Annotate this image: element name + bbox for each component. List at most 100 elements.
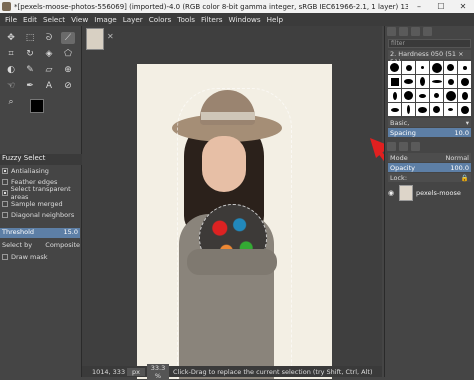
select-by-dropdown[interactable]: Composite <box>45 241 80 249</box>
option-select-transparent[interactable]: Select transparent areas <box>0 185 82 201</box>
brush-preview[interactable] <box>416 89 429 102</box>
patterns-tab-icon[interactable] <box>399 27 408 36</box>
rotate-tool-icon[interactable]: ↻ <box>23 48 37 60</box>
path-tool-icon[interactable]: ✒ <box>23 80 37 92</box>
opacity-slider[interactable]: Opacity 100.0 <box>388 163 471 172</box>
brush-preview[interactable] <box>416 61 429 74</box>
fonts-tab-icon[interactable] <box>411 27 420 36</box>
select-by-label: Select by <box>2 240 33 249</box>
brush-preview[interactable] <box>458 75 471 88</box>
unit-dropdown[interactable]: px <box>127 367 145 376</box>
lasso-tool-icon[interactable]: ᘐ <box>42 32 56 44</box>
color-picker-tool-icon[interactable]: ⊘ <box>61 80 75 92</box>
move-tool-icon[interactable]: ✥ <box>4 32 18 44</box>
checkbox-icon[interactable] <box>2 201 8 207</box>
maximize-button[interactable]: ☐ <box>430 2 452 11</box>
menu-windows[interactable]: Windows <box>226 15 264 24</box>
checkbox-icon[interactable] <box>2 179 8 185</box>
brush-preview[interactable] <box>444 89 457 102</box>
menu-help[interactable]: Help <box>264 15 286 24</box>
brush-preview[interactable] <box>402 103 415 116</box>
brush-preview[interactable] <box>444 75 457 88</box>
brush-preview[interactable] <box>430 89 443 102</box>
menu-filters[interactable]: Filters <box>198 15 226 24</box>
toolbox-panel: ✥ ⬚ ᘐ ⟋ ⌗ ↻ ◈ ⬠ ◐ ✎ ▱ ⊕ ☜ ✒ A ⊘ ⌕ Fuzzy … <box>0 26 82 377</box>
menu-bar: File Edit Select View Image Layer Colors… <box>0 13 474 26</box>
cage-tool-icon[interactable]: ⬠ <box>61 48 75 60</box>
brush-preview[interactable] <box>388 89 401 102</box>
checkbox-icon[interactable] <box>2 254 8 260</box>
brush-preview[interactable] <box>444 61 457 74</box>
brush-preview[interactable] <box>416 75 429 88</box>
brush-preview[interactable] <box>458 61 471 74</box>
brush-preview[interactable] <box>458 103 471 116</box>
menu-layer[interactable]: Layer <box>120 15 146 24</box>
brush-preview[interactable] <box>430 75 443 88</box>
zoom-dropdown[interactable]: 33.3 % <box>147 363 169 380</box>
color-swatches[interactable] <box>30 99 54 121</box>
brush-preview[interactable] <box>430 61 443 74</box>
mode-row[interactable]: Mode Normal <box>388 153 471 162</box>
brush-dock-tabs <box>385 26 474 37</box>
brush-preview[interactable] <box>458 89 471 102</box>
layer-name[interactable]: pexels-moose <box>416 189 461 197</box>
close-button[interactable]: ✕ <box>452 2 474 11</box>
minimize-button[interactable]: – <box>408 2 430 11</box>
brush-preset-dropdown[interactable]: Basic, ▾ <box>388 118 471 127</box>
brush-preview[interactable] <box>402 89 415 102</box>
brush-preview[interactable] <box>430 103 443 116</box>
layers-dock-tabs <box>385 141 474 152</box>
menu-file[interactable]: File <box>2 15 20 24</box>
layers-tab-icon[interactable] <box>387 142 396 151</box>
checkbox-icon[interactable] <box>2 168 8 174</box>
visibility-eye-icon[interactable]: ◉ <box>388 189 396 197</box>
layer-row[interactable]: ◉ pexels-moose <box>388 184 471 202</box>
brush-preview[interactable] <box>388 103 401 116</box>
lock-icon[interactable]: 🔒 <box>461 174 469 182</box>
brush-preview[interactable] <box>416 103 429 116</box>
menu-image[interactable]: Image <box>91 15 120 24</box>
option-sample-merged[interactable]: Sample merged <box>0 199 82 209</box>
option-diagonal-neighbors[interactable]: Diagonal neighbors <box>0 210 82 220</box>
clone-tool-icon[interactable]: ⊕ <box>61 64 75 76</box>
zoom-tool-icon[interactable]: ⌕ <box>4 96 18 108</box>
brush-preview[interactable] <box>402 61 415 74</box>
image-tab-thumbnail[interactable] <box>86 28 104 50</box>
menu-colors[interactable]: Colors <box>146 15 175 24</box>
foreground-color[interactable] <box>30 99 44 113</box>
option-draw-mask[interactable]: Draw mask <box>0 252 82 262</box>
bucket-fill-tool-icon[interactable]: ◐ <box>4 64 18 76</box>
brush-preview[interactable] <box>402 75 415 88</box>
smudge-tool-icon[interactable]: ☜ <box>4 80 18 92</box>
menu-edit[interactable]: Edit <box>20 15 40 24</box>
paintbrush-tool-icon[interactable]: ✎ <box>23 64 37 76</box>
brush-preview[interactable] <box>388 75 401 88</box>
canvas-area[interactable]: ✕ <box>82 26 426 379</box>
menu-select[interactable]: Select <box>40 15 68 24</box>
eraser-tool-icon[interactable]: ▱ <box>42 64 56 76</box>
rect-select-tool-icon[interactable]: ⬚ <box>23 32 37 44</box>
mode-dropdown[interactable]: Normal <box>445 154 469 162</box>
menu-tools[interactable]: Tools <box>174 15 198 24</box>
document-history-tab-icon[interactable] <box>423 27 432 36</box>
text-tool-icon[interactable]: A <box>42 80 56 92</box>
fuzzy-select-tool-icon[interactable]: ⟋ <box>61 32 75 44</box>
warp-tool-icon[interactable]: ◈ <box>42 48 56 60</box>
brush-preset-label: Basic, <box>390 118 410 127</box>
brushes-tab-icon[interactable] <box>387 27 396 36</box>
brush-preview[interactable] <box>444 103 457 116</box>
checkbox-icon[interactable] <box>2 212 8 218</box>
close-tab-icon[interactable]: ✕ <box>107 32 114 41</box>
checkbox-icon[interactable] <box>2 190 8 196</box>
crop-tool-icon[interactable]: ⌗ <box>4 48 18 60</box>
brush-filter-input[interactable]: filter <box>388 39 471 48</box>
option-antialiasing[interactable]: Antialiasing <box>0 166 82 176</box>
menu-view[interactable]: View <box>68 15 91 24</box>
brush-preview[interactable] <box>388 61 401 74</box>
paths-tab-icon[interactable] <box>411 142 420 151</box>
threshold-slider[interactable]: Threshold 15.0 <box>0 228 80 238</box>
option-label: Sample merged <box>11 200 63 208</box>
channels-tab-icon[interactable] <box>399 142 408 151</box>
image-canvas[interactable] <box>137 64 332 379</box>
spacing-slider[interactable]: Spacing 10.0 <box>388 128 471 137</box>
